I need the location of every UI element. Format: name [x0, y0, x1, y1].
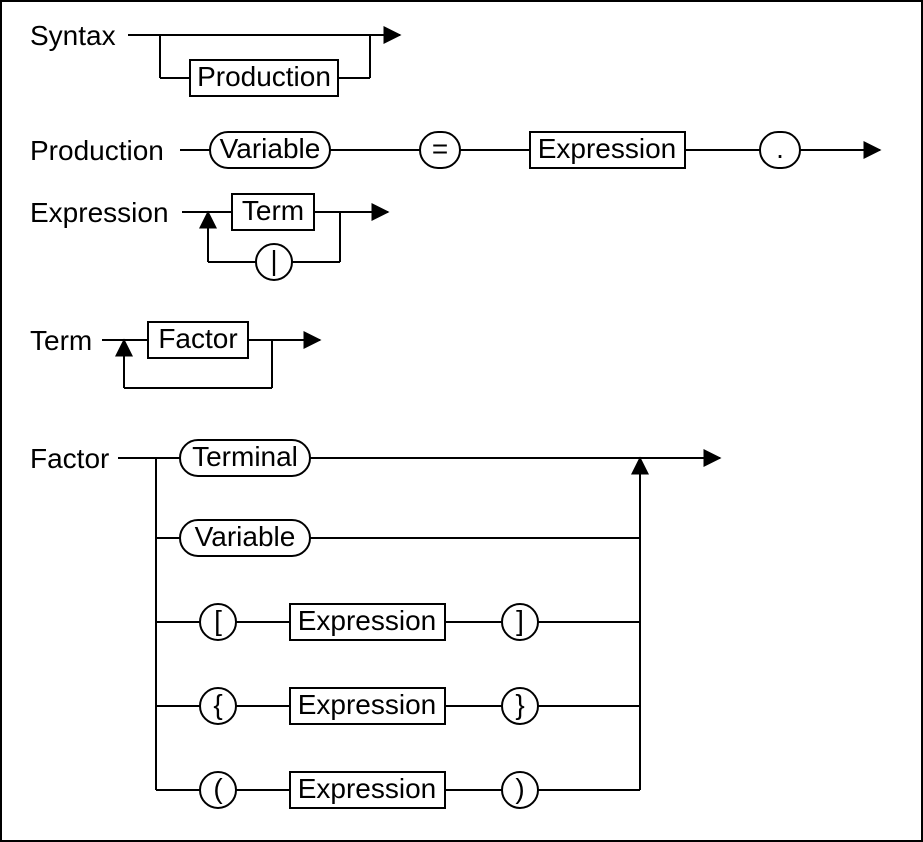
terminal-equals-label: = — [432, 133, 448, 164]
rule-name-production: Production — [30, 135, 164, 166]
terminal-variable-2-label: Variable — [195, 521, 296, 552]
frame — [1, 1, 922, 841]
terminal-rbracket-label: ] — [516, 605, 524, 636]
terminal-rparen-label: ) — [515, 773, 524, 804]
nonterminal-production-label: Production — [197, 61, 331, 92]
terminal-rbrace-label: } — [515, 689, 524, 720]
railroad-diagram: Syntax Production Production Variable = … — [0, 0, 923, 842]
terminal-lbrace-label: { — [213, 689, 222, 720]
terminal-variable-label: Variable — [220, 133, 321, 164]
nonterminal-expression-4-label: Expression — [298, 689, 437, 720]
nonterminal-term-label: Term — [242, 195, 304, 226]
terminal-lbracket-label: [ — [214, 605, 222, 636]
terminal-lparen-label: ( — [213, 773, 223, 804]
rule-name-expression: Expression — [30, 197, 169, 228]
terminal-dot-label: . — [776, 133, 784, 164]
terminal-pipe-label: | — [270, 245, 277, 276]
nonterminal-expression-3-label: Expression — [298, 605, 437, 636]
rule-name-syntax: Syntax — [30, 20, 116, 51]
rule-name-term: Term — [30, 325, 92, 356]
terminal-terminal-label: Terminal — [192, 441, 298, 472]
rule-name-factor: Factor — [30, 443, 109, 474]
nonterminal-expression-label: Expression — [538, 133, 677, 164]
nonterminal-expression-5-label: Expression — [298, 773, 437, 804]
nonterminal-factor-label: Factor — [158, 323, 237, 354]
